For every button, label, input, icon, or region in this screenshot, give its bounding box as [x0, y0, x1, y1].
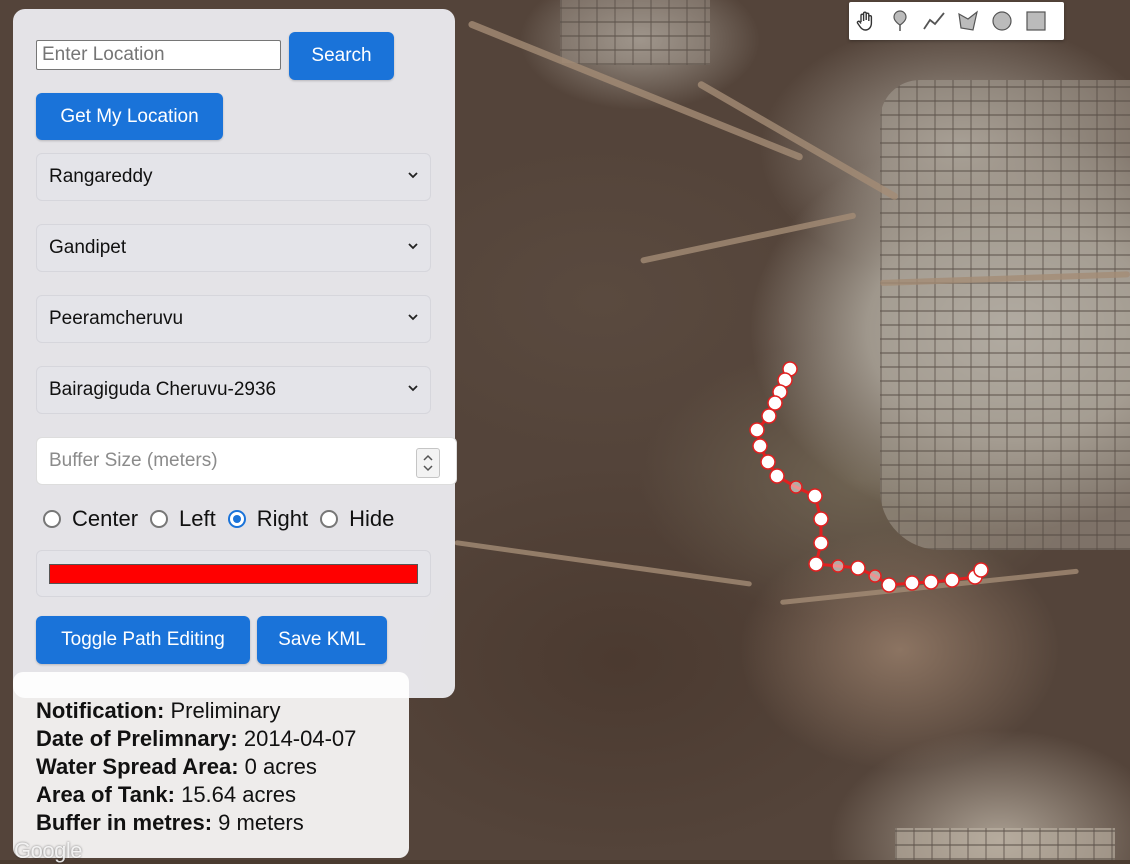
get-my-location-button[interactable]: Get My Location	[36, 93, 223, 140]
chevron-down-icon	[408, 314, 418, 321]
path-vertex	[769, 468, 785, 484]
path-vertex	[808, 556, 824, 572]
tank-select-value: Bairagiguda Cheruvu-2936	[49, 379, 277, 400]
radio-right-label: Right	[256, 506, 309, 531]
water-spread-line: Water Spread Area: 0 acres	[36, 754, 317, 780]
tank-area-value: 15.64 acres	[181, 782, 297, 807]
path-vertex	[813, 511, 829, 527]
circle-icon[interactable]	[985, 2, 1019, 40]
toggle-path-editing-button[interactable]: Toggle Path Editing	[36, 616, 250, 664]
buffer-size-placeholder: Buffer Size (meters)	[49, 450, 218, 471]
path-color-picker[interactable]	[36, 550, 431, 597]
notification-value: Preliminary	[170, 698, 281, 723]
path-vertex	[850, 560, 866, 576]
mandal-select-value: Gandipet	[49, 237, 127, 258]
tank-area-line: Area of Tank: 15.64 acres	[36, 782, 296, 808]
map-attribution-logo: Google	[14, 838, 82, 863]
path-vertex	[904, 575, 920, 591]
chevron-down-icon	[408, 172, 418, 179]
drawing-toolbar	[849, 2, 1064, 40]
water-spread-value: 0 acres	[244, 754, 317, 779]
polygon-icon[interactable]	[951, 2, 985, 40]
path-vertex	[761, 408, 777, 424]
path-vertex	[944, 572, 960, 588]
path-vertex	[789, 480, 803, 494]
color-swatch	[49, 564, 418, 584]
path-vertex	[881, 577, 897, 593]
buffer-line: Buffer in metres: 9 meters	[36, 810, 304, 836]
tank-select[interactable]: Bairagiguda Cheruvu-2936	[36, 366, 431, 414]
village-select[interactable]: Peeramcheruvu	[36, 295, 431, 343]
polyline-icon[interactable]	[917, 2, 951, 40]
buffer-position-radio-group: Center Left Right Hide	[43, 505, 406, 533]
path-vertex	[807, 488, 823, 504]
path-vertex	[752, 438, 768, 454]
path-vertex	[831, 559, 845, 573]
notification-label: Notification:	[36, 698, 165, 723]
path-vertex	[868, 569, 882, 583]
radio-center[interactable]	[43, 510, 61, 528]
location-search-input[interactable]	[36, 40, 281, 70]
marker-icon[interactable]	[883, 2, 917, 40]
date-line: Date of Prelimnary: 2014-04-07	[36, 726, 356, 752]
path-vertex	[760, 454, 776, 470]
chevron-down-icon	[408, 385, 418, 392]
district-select-value: Rangareddy	[49, 166, 153, 187]
radio-left[interactable]	[150, 510, 169, 528]
district-select[interactable]: Rangareddy	[36, 153, 431, 201]
village-select-value: Peeramcheruvu	[49, 308, 184, 329]
tank-area-label: Area of Tank:	[36, 782, 175, 807]
path-vertex	[923, 574, 939, 590]
path-vertices[interactable]	[749, 361, 989, 593]
radio-hide[interactable]	[320, 510, 339, 528]
radio-center-label: Center	[72, 506, 139, 531]
drawn-path[interactable]	[755, 368, 983, 587]
spinner-icon[interactable]	[416, 448, 440, 478]
date-label: Date of Prelimnary:	[36, 726, 238, 751]
date-value: 2014-04-07	[243, 726, 357, 751]
notification-line: Notification: Preliminary	[36, 698, 280, 724]
buffer-size-input[interactable]: Buffer Size (meters)	[36, 437, 457, 485]
save-kml-button[interactable]: Save KML	[257, 616, 387, 664]
hand-icon[interactable]	[849, 2, 883, 40]
radio-left-label: Left	[179, 506, 216, 531]
path-vertex	[813, 535, 829, 551]
path-vertex	[749, 422, 765, 438]
search-button[interactable]: Search	[289, 32, 394, 80]
chevron-down-icon	[408, 243, 418, 250]
water-spread-label: Water Spread Area:	[36, 754, 239, 779]
rectangle-icon[interactable]	[1019, 2, 1053, 40]
buffer-label: Buffer in metres:	[36, 810, 213, 835]
mandal-select[interactable]: Gandipet	[36, 224, 431, 272]
path-vertex	[767, 395, 783, 411]
radio-hide-label: Hide	[349, 506, 395, 531]
tank-info-box: Notification: Preliminary Date of Prelim…	[13, 672, 409, 858]
path-vertex	[973, 562, 989, 578]
buffer-value: 9 meters	[218, 810, 304, 835]
radio-right[interactable]	[227, 510, 246, 528]
